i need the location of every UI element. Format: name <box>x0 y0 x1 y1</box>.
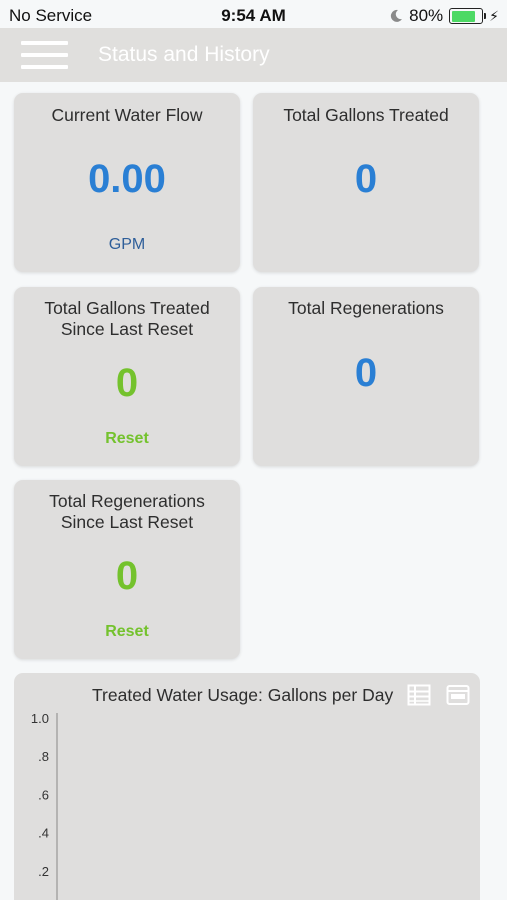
gallons-treated-value: 0 <box>354 157 378 201</box>
card-title-line1: Total Regenerations <box>49 491 205 511</box>
status-indicators: 80% ⚡ <box>389 6 499 26</box>
water-flow-value: 0.00 <box>88 157 166 201</box>
moon-icon <box>390 9 403 22</box>
y-tick-label: 1.0 <box>31 711 49 726</box>
usage-chart: 1.0 .8 .6 .4 .2 <box>31 711 58 900</box>
current-water-flow-card: Current Water Flow 0.00 GPM <box>14 93 240 272</box>
card-title-line2: Since Last Reset <box>60 319 194 339</box>
usage-chart-panel: 1.0 .8 .6 .4 .2 Treated Water Usage: Gallons… <box>14 673 480 900</box>
regenerations-since-reset-value: 0 <box>115 554 139 598</box>
card-title-line2: Since Last Reset <box>60 512 194 532</box>
status-bar: No Service 9:54 AM 80% ⚡ <box>0 0 507 30</box>
reset-regenerations-button[interactable]: Reset <box>14 623 240 641</box>
gallons-since-reset-card: Total Gallons Treated Since Last Reset 0… <box>14 287 240 466</box>
y-tick-label: .6 <box>38 787 49 802</box>
y-tick-label: .4 <box>38 826 49 841</box>
gallons-since-reset-value: 0 <box>115 361 139 405</box>
chart-title: Treated Water Usage: Gallons per Day <box>92 685 394 705</box>
export-csv-icon[interactable] <box>446 683 470 707</box>
charging-bolt-icon: ⚡ <box>489 7 499 24</box>
card-title: Total Gallons Treated <box>283 105 449 125</box>
page-title: Status and History <box>98 43 270 66</box>
card-title: Current Water Flow <box>51 105 203 125</box>
y-tick-label: .8 <box>38 749 49 764</box>
y-tick-label: .2 <box>38 864 49 879</box>
battery-icon <box>449 8 487 24</box>
card-title: Total Regenerations <box>288 298 444 318</box>
water-flow-unit: GPM <box>108 236 146 253</box>
regenerations-since-reset-card: Total Regenerations Since Last Reset 0 R… <box>14 480 240 659</box>
total-regenerations-card: Total Regenerations 0 <box>253 287 479 466</box>
battery-percent: 80% <box>409 6 444 25</box>
total-gallons-treated-card: Total Gallons Treated 0 <box>253 93 479 272</box>
hamburger-menu-icon[interactable] <box>21 41 68 69</box>
regenerations-value: 0 <box>354 351 378 395</box>
card-title-line1: Total Gallons Treated <box>44 298 210 318</box>
reset-gallons-button[interactable]: Reset <box>14 430 240 448</box>
navigation-bar: Status and History <box>0 28 507 82</box>
table-view-icon[interactable] <box>407 683 431 707</box>
